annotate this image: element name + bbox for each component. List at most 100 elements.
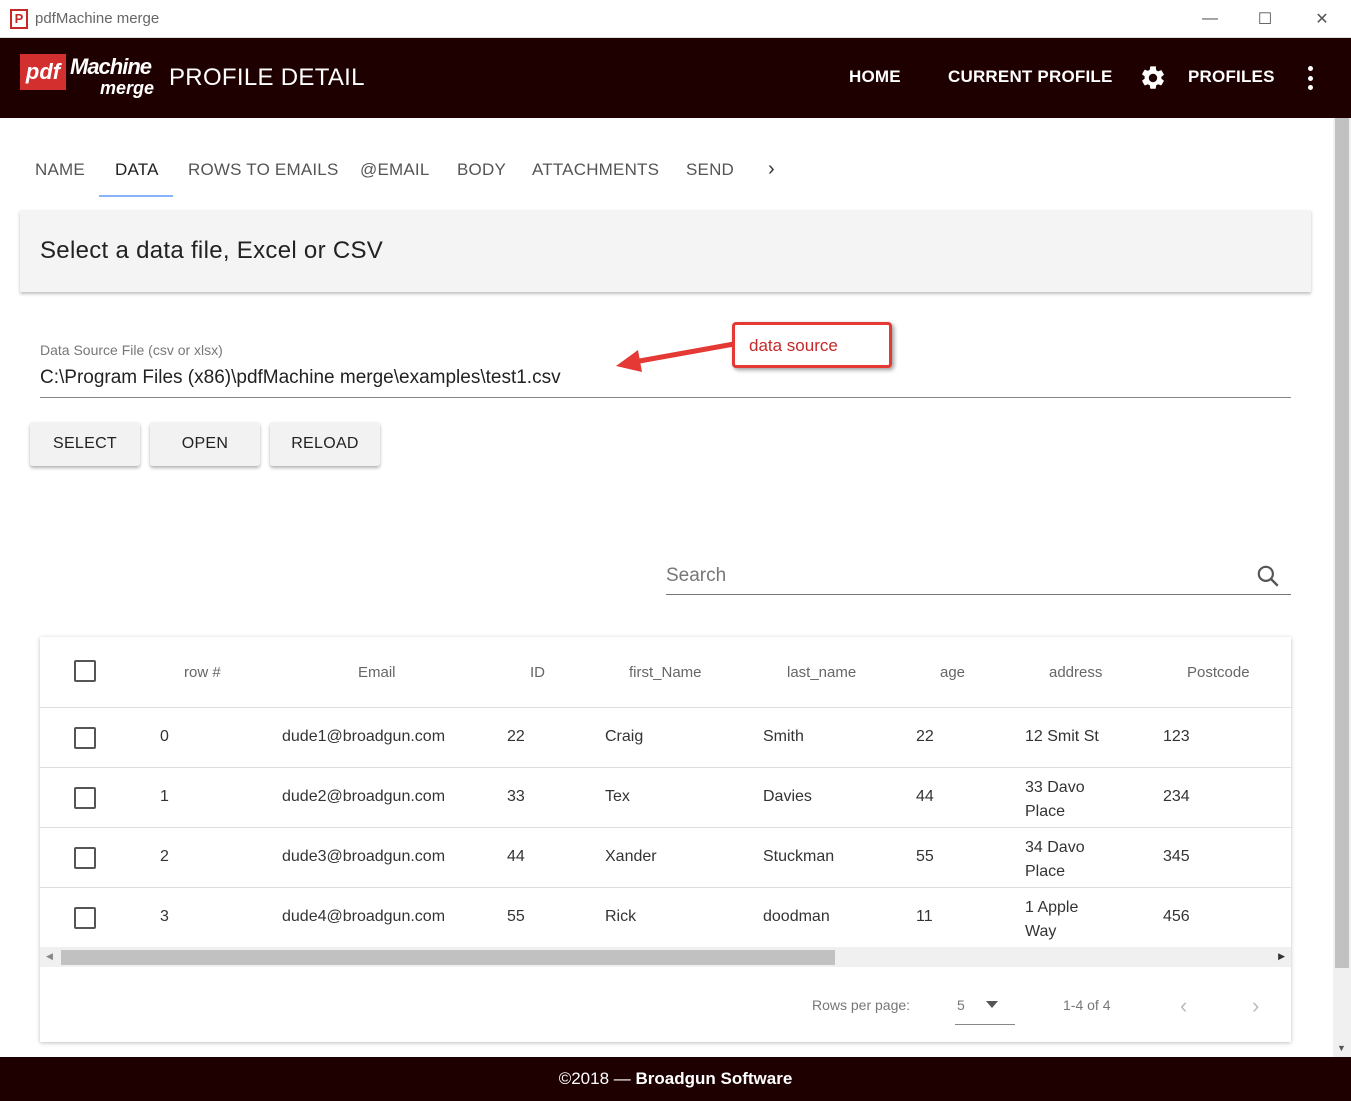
cell-email: dude2@broadgun.com (282, 788, 446, 805)
cell-address: 34 Davo Place (1025, 836, 1085, 884)
tab-send[interactable]: SEND (686, 160, 734, 180)
vertical-scrollbar[interactable]: ▼ (1333, 118, 1351, 1057)
cell-row-number: 1 (160, 788, 169, 805)
logo-pdf: pdf (20, 54, 66, 90)
app-icon: P (10, 9, 28, 29)
profile-tabs: NAME DATA ROWS TO EMAILS @EMAIL BODY ATT… (20, 138, 1311, 198)
scroll-right-arrow-icon[interactable]: ▶ (1278, 951, 1285, 962)
rows-per-page-select[interactable]: 5 (957, 997, 965, 1013)
tab-body[interactable]: BODY (457, 160, 506, 180)
address-line-1: 1 Apple (1025, 899, 1079, 916)
footer: ©2018 — Broadgun Software (0, 1057, 1351, 1101)
close-window-button[interactable]: ✕ (1300, 6, 1344, 32)
row-checkbox[interactable] (74, 727, 96, 749)
nav-home[interactable]: HOME (849, 67, 901, 87)
cell-last-name: Davies (763, 788, 812, 805)
cell-last-name: Stuckman (763, 848, 835, 865)
select-all-checkbox[interactable] (74, 660, 96, 682)
horizontal-scrollbar-thumb[interactable] (61, 950, 835, 965)
column-header[interactable]: first_Name (629, 664, 702, 681)
minimize-button[interactable]: — (1188, 6, 1232, 32)
row-checkbox[interactable] (74, 907, 96, 929)
cell-email: dude4@broadgun.com (282, 908, 446, 925)
cell-first-name: Xander (605, 848, 657, 865)
tab-rows-to-emails[interactable]: ROWS TO EMAILS (188, 160, 338, 180)
annotation-text: data source (749, 336, 838, 355)
search-icon[interactable] (1255, 563, 1281, 589)
logo-machine: Machine (70, 54, 152, 79)
scroll-down-arrow-icon[interactable]: ▼ (1337, 1043, 1346, 1053)
page-title: PROFILE DETAIL (169, 64, 365, 91)
column-header[interactable]: address (1049, 664, 1102, 681)
tab-email[interactable]: @EMAIL (360, 160, 429, 180)
cell-postcode: 456 (1163, 908, 1190, 925)
cell-id: 33 (507, 788, 525, 805)
maximize-button[interactable]: ☐ (1243, 6, 1287, 32)
table-row[interactable]: 1 dude2@broadgun.com 33 Tex Davies 44 33… (40, 768, 1291, 828)
cell-row-number: 3 (160, 908, 169, 925)
kebab-dot (1307, 66, 1313, 71)
chevron-right-icon[interactable]: › (768, 158, 775, 181)
previous-page-icon[interactable]: ‹ (1180, 993, 1187, 1019)
pdfmachine-logo: pdf Machine merge (20, 54, 154, 102)
data-source-underline (40, 397, 1291, 398)
cell-email: dude1@broadgun.com (282, 728, 446, 745)
cell-last-name: doodman (763, 908, 830, 925)
column-header[interactable]: Postcode (1187, 664, 1250, 681)
cell-first-name: Craig (605, 728, 644, 745)
more-menu-icon[interactable] (1300, 66, 1320, 90)
table-row[interactable]: 2 dude3@broadgun.com 44 Xander Stuckman … (40, 828, 1291, 888)
data-source-field[interactable]: C:\Program Files (x86)\pdfMachine merge\… (40, 367, 561, 389)
address-line-2: Way (1025, 923, 1057, 940)
select-button[interactable]: SELECT (30, 422, 140, 466)
section-title: Select a data file, Excel or CSV (40, 237, 384, 264)
cell-id: 22 (507, 728, 525, 745)
column-header[interactable]: age (940, 664, 965, 681)
cell-age: 22 (916, 728, 934, 745)
cell-first-name: Rick (605, 908, 637, 925)
cell-postcode: 345 (1163, 848, 1190, 865)
column-header[interactable]: ID (530, 664, 545, 681)
vertical-scrollbar-thumb[interactable] (1335, 118, 1349, 968)
open-button[interactable]: OPEN (150, 422, 260, 466)
cell-first-name: Tex (605, 788, 630, 805)
rows-per-page-underline (955, 1024, 1015, 1025)
tab-attachments[interactable]: ATTACHMENTS (532, 160, 659, 180)
kebab-dot (1307, 75, 1313, 81)
nav-current-profile[interactable]: CURRENT PROFILE (948, 67, 1113, 87)
cell-address: 1 Apple Way (1025, 896, 1078, 944)
search-input[interactable]: Search (666, 565, 726, 587)
data-table: row # Email ID first_Name last_name age … (40, 637, 1291, 1042)
cell-row-number: 2 (160, 848, 169, 865)
active-tab-indicator (99, 195, 173, 197)
scroll-left-arrow-icon[interactable]: ◀ (46, 951, 53, 962)
reload-button[interactable]: RELOAD (270, 422, 380, 466)
row-checkbox[interactable] (74, 847, 96, 869)
cell-age: 55 (916, 848, 934, 865)
next-page-icon[interactable]: › (1252, 993, 1259, 1019)
horizontal-scrollbar[interactable]: ◀ ▶ (40, 947, 1291, 967)
address-line-1: 33 Davo (1025, 779, 1085, 796)
column-header[interactable]: row # (184, 664, 221, 681)
table-row[interactable]: 3 dude4@broadgun.com 55 Rick doodman 11 … (40, 888, 1291, 948)
footer-company: Broadgun Software (635, 1069, 793, 1088)
column-header[interactable]: Email (358, 664, 396, 681)
search-underline (666, 594, 1291, 595)
cell-email: dude3@broadgun.com (282, 848, 446, 865)
window-title: pdfMachine merge (35, 10, 160, 27)
cell-age: 44 (916, 788, 934, 805)
cell-row-number: 0 (160, 728, 169, 745)
cell-age: 11 (916, 908, 933, 925)
tab-data[interactable]: DATA (115, 160, 159, 180)
gear-icon[interactable] (1139, 64, 1167, 92)
table-row[interactable]: 0 dude1@broadgun.com 22 Craig Smith 22 1… (40, 708, 1291, 768)
tab-name[interactable]: NAME (35, 160, 85, 180)
row-checkbox[interactable] (74, 787, 96, 809)
column-header[interactable]: last_name (787, 664, 856, 681)
cell-postcode: 234 (1163, 788, 1190, 805)
nav-profiles[interactable]: PROFILES (1188, 67, 1275, 87)
address-line-2: Place (1025, 803, 1066, 820)
annotation-callout: data source (732, 322, 892, 368)
dropdown-caret-icon[interactable] (986, 1001, 998, 1008)
address-line-2: Place (1025, 863, 1066, 880)
